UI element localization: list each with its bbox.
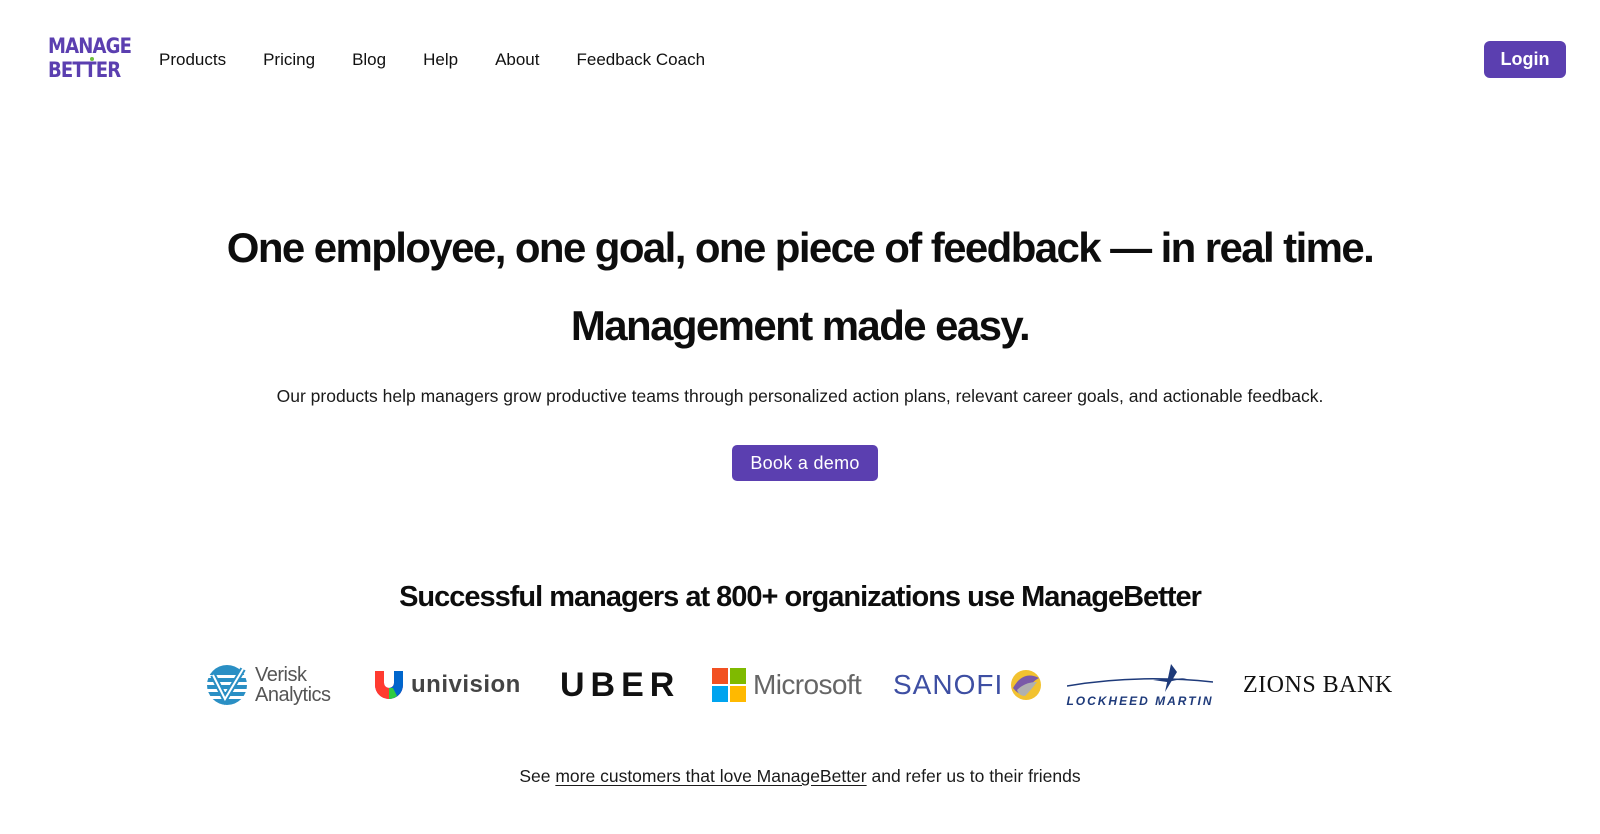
uber-logo-text: UBER [560, 665, 681, 704]
sanofi-bird-icon [1011, 670, 1042, 700]
verisk-logo-line1: Verisk [255, 664, 307, 686]
nav-link-feedback-coach[interactable]: Feedback Coach [577, 48, 706, 72]
nav-link-products[interactable]: Products [159, 48, 226, 72]
customer-logos: Verisk Analytics univision UBER Microsof… [0, 655, 1600, 715]
univision-logo: univision [373, 655, 525, 715]
hero-subtitle: Management made easy. [570, 302, 1031, 349]
zions-logo-text: ZIONS BANK [1243, 671, 1393, 698]
lockheed-star-icon [1067, 664, 1213, 692]
logo-text-line2: BETTER [48, 58, 121, 82]
customers-title: Successful managers at 800+ organization… [399, 581, 1202, 613]
nav-link-pricing[interactable]: Pricing [263, 48, 315, 72]
lockheed-martin-logo: LOCKHEED MARTIN [1066, 655, 1214, 715]
main-nav: Products Pricing Blog Help About Feedbac… [159, 48, 742, 72]
microsoft-logo: Microsoft [712, 655, 872, 715]
more-customers-line: See more customers that love ManageBette… [0, 764, 1600, 788]
nav-link-blog[interactable]: Blog [352, 48, 386, 72]
nav-link-about[interactable]: About [495, 48, 539, 72]
microsoft-windows-icon [712, 668, 746, 702]
sanofi-logo: SANOFI [893, 655, 1045, 715]
login-button[interactable]: Login [1484, 41, 1566, 78]
managebetter-logo[interactable]: MANAGE BETTER [48, 34, 132, 84]
lockheed-logo-text: LOCKHEED MARTIN [1066, 694, 1214, 708]
more-prefix: See [519, 766, 556, 786]
verisk-logo-line2: Analytics [255, 684, 331, 706]
verisk-analytics-logo: Verisk Analytics [205, 655, 345, 715]
site-header: MANAGE BETTER Products Pricing Blog Help… [0, 0, 1600, 115]
microsoft-logo-text: Microsoft [753, 669, 862, 700]
more-suffix: and refer us to their friends [866, 766, 1081, 786]
zions-bank-logo: ZIONS BANK [1243, 655, 1405, 715]
univision-logo-text: univision [411, 671, 521, 698]
hero-title: One employee, one goal, one piece of fee… [226, 224, 1375, 271]
sanofi-logo-text: SANOFI [893, 669, 1004, 700]
hero-description: Our products help managers grow producti… [276, 386, 1324, 406]
verisk-mark-icon [207, 665, 247, 706]
nav-link-help[interactable]: Help [423, 48, 458, 72]
book-demo-button[interactable]: Book a demo [732, 445, 878, 481]
univision-mark-icon [375, 671, 403, 699]
uber-logo: UBER [560, 655, 684, 715]
logo-text-line1: MANAGE [48, 34, 132, 58]
more-customers-link[interactable]: more customers that love ManageBetter [555, 766, 866, 786]
